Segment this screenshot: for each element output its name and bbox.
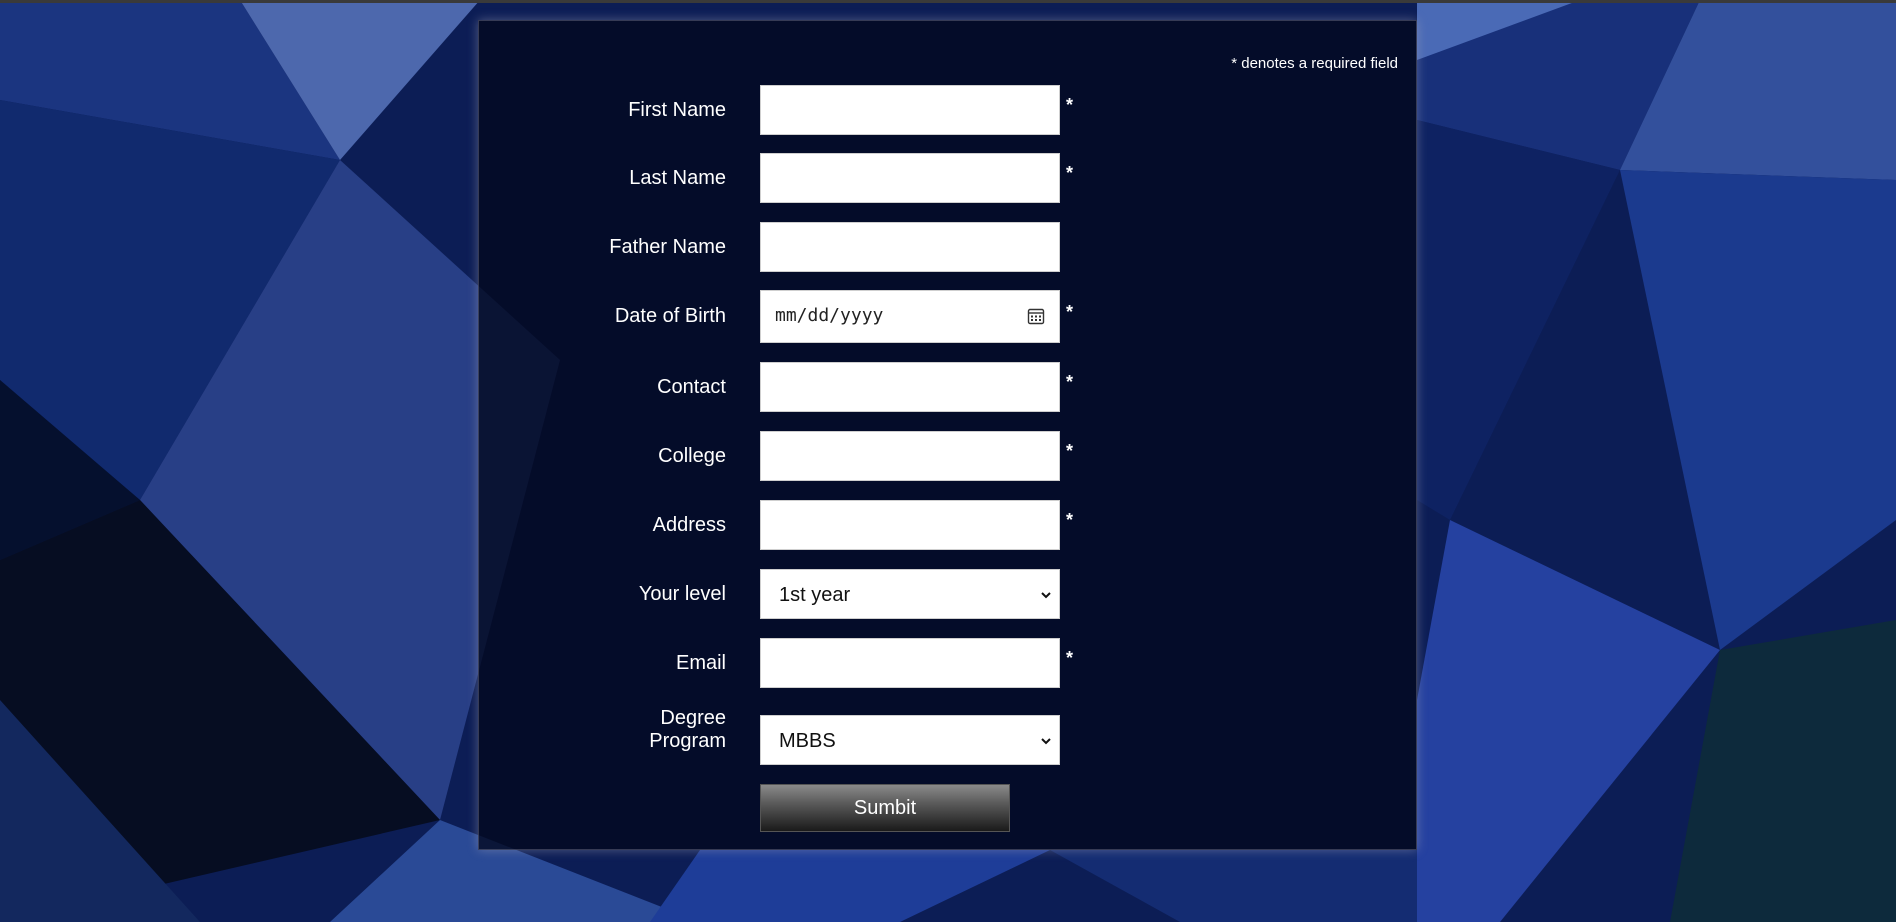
level-label: Your level — [638, 583, 726, 605]
required-marker: * — [1066, 163, 1074, 183]
required-marker: * — [1066, 441, 1074, 461]
degree-program-label: Degree Program — [556, 707, 726, 753]
contact-label: Contact — [657, 376, 726, 398]
level-select[interactable]: 1st year — [760, 569, 1060, 619]
level-selected-value: 1st year — [779, 584, 851, 606]
required-field-note: * denotes a required field — [1231, 55, 1398, 72]
date-of-birth-input[interactable]: mm/dd/yyyy — [760, 290, 1060, 343]
last-name-input[interactable] — [760, 153, 1060, 203]
degree-program-label-line1: Degree — [660, 707, 726, 729]
required-marker: * — [1066, 510, 1074, 530]
address-input[interactable] — [760, 500, 1060, 550]
required-marker: * — [1066, 302, 1074, 322]
calendar-icon[interactable] — [1027, 307, 1045, 325]
degree-program-selected-value: MBBS — [779, 730, 836, 752]
first-name-label: First Name — [628, 99, 726, 121]
first-name-input[interactable] — [760, 85, 1060, 135]
registration-form: * denotes a required field First Name * … — [478, 20, 1417, 850]
date-of-birth-label: Date of Birth — [614, 305, 726, 327]
required-marker: * — [1066, 95, 1074, 115]
father-name-input[interactable] — [760, 222, 1060, 272]
chevron-down-icon — [1041, 738, 1051, 745]
email-label: Email — [675, 652, 726, 674]
degree-program-select[interactable]: MBBS — [760, 715, 1060, 765]
father-name-label: Father Name — [609, 236, 726, 258]
required-marker: * — [1066, 648, 1074, 668]
college-label: College — [658, 445, 726, 467]
college-input[interactable] — [760, 431, 1060, 481]
submit-button[interactable]: Sumbit — [760, 784, 1010, 832]
degree-program-label-line2: Program — [649, 730, 726, 752]
chevron-down-icon — [1041, 592, 1051, 599]
contact-input[interactable] — [760, 362, 1060, 412]
last-name-label: Last Name — [629, 167, 726, 189]
address-label: Address — [652, 514, 726, 536]
date-placeholder: mm/dd/yyyy — [775, 305, 884, 326]
top-border — [0, 0, 1896, 3]
required-marker: * — [1066, 372, 1074, 392]
email-input[interactable] — [760, 638, 1060, 688]
